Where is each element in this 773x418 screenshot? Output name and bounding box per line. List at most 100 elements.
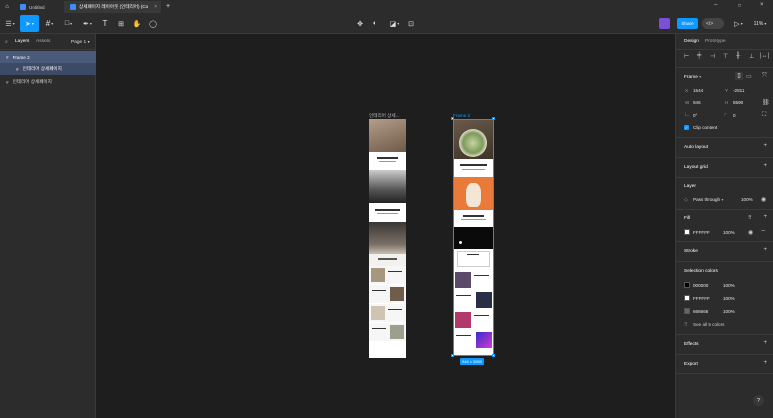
home-icon[interactable]: ⌂: [2, 1, 12, 12]
resize-to-fit-icon[interactable]: ⤧: [762, 73, 767, 80]
dev-mode-toggle[interactable]: </>: [702, 18, 724, 29]
resize-handle[interactable]: [451, 354, 454, 357]
color-hex[interactable]: 000000: [693, 283, 708, 288]
align-bottom-icon[interactable]: ⊥: [749, 53, 754, 60]
add-stroke-icon[interactable]: +: [763, 247, 767, 253]
rotation-input[interactable]: 0°: [693, 113, 697, 118]
tab-assets[interactable]: Assets: [36, 39, 50, 44]
frame-interior-detail[interactable]: [369, 119, 406, 358]
fill-swatch[interactable]: [684, 229, 690, 235]
zoom-menu[interactable]: 11% ▾: [750, 15, 770, 32]
avatar[interactable]: [659, 18, 670, 29]
pen-tool-icon[interactable]: ✒ ▾: [80, 15, 95, 32]
eye-icon[interactable]: ◉: [748, 229, 753, 236]
align-top-icon[interactable]: ⊤: [723, 53, 728, 60]
lamp-image: [369, 222, 406, 254]
main-menu-icon[interactable]: ☰ ▾: [3, 15, 17, 32]
color-hex[interactable]: FFFFFF: [693, 296, 710, 301]
shape-tool-icon[interactable]: □ ▾: [61, 15, 76, 32]
color-swatch-gray[interactable]: [684, 308, 690, 314]
frame-tool-icon[interactable]: # ▾: [42, 15, 57, 32]
figma-file-icon: [70, 4, 76, 10]
style-grid-icon[interactable]: ⠿: [748, 215, 752, 221]
selection-box[interactable]: [453, 119, 494, 356]
height-input[interactable]: 5590: [733, 100, 743, 105]
tab-untitled[interactable]: Untitled: [14, 1, 64, 13]
page-selector[interactable]: Page 1 ▾: [71, 39, 90, 45]
landscape-icon[interactable]: ▭: [746, 73, 752, 80]
y-input[interactable]: -2811: [733, 88, 744, 93]
align-right-icon[interactable]: ⊣: [710, 53, 715, 60]
fill-hex-input[interactable]: FFFFFF: [693, 230, 710, 235]
tab-layers[interactable]: Layers: [15, 39, 29, 44]
align-center-h-icon[interactable]: ╪: [697, 53, 701, 59]
boolean-icon[interactable]: ◪ ▾: [387, 15, 402, 32]
portrait-icon[interactable]: ▯: [735, 72, 743, 80]
design-panel: Design Prototype ⊢ ╪ ⊣ ⊤ ╫ ⊥ |↔| Frame ▾…: [675, 34, 773, 418]
tab-detail-page[interactable]: 상세페이지 레이아웃 (인테리어) (Co ×: [64, 1, 161, 13]
constrain-proportions-icon[interactable]: ⛓: [762, 99, 770, 106]
tab-prototype[interactable]: Prototype: [705, 39, 726, 44]
remove-fill-icon[interactable]: −: [761, 228, 765, 235]
frame-2-label[interactable]: Frame 2: [453, 113, 470, 118]
fill-opacity-input[interactable]: 100%: [723, 230, 735, 235]
blend-mode-select[interactable]: Pass through ▾: [693, 197, 723, 202]
share-button[interactable]: Share: [677, 18, 698, 29]
resources-icon[interactable]: ⊞: [116, 15, 126, 32]
color-hex[interactable]: 666666: [693, 309, 708, 314]
layer-label: Frame 2: [12, 54, 30, 60]
new-tab-icon[interactable]: +: [163, 1, 173, 12]
component-icon[interactable]: ✥: [355, 15, 365, 32]
search-icon[interactable]: ⌕: [5, 39, 8, 45]
export-section: Export +: [676, 354, 773, 374]
effects-title: Effects: [684, 342, 699, 347]
maximize-icon[interactable]: □: [738, 3, 741, 9]
color-opacity[interactable]: 100%: [723, 296, 735, 301]
x-input[interactable]: 1544: [693, 88, 703, 93]
hero-image: [369, 119, 406, 152]
color-opacity[interactable]: 100%: [723, 309, 735, 314]
layer-opacity-input[interactable]: 100%: [741, 197, 753, 202]
distribute-icon[interactable]: |↔|: [760, 53, 769, 59]
frame-title[interactable]: Frame ▾: [684, 74, 701, 80]
radius-input[interactable]: 0: [733, 113, 736, 118]
layers-panel: ⌕ Layers Assets Page 1 ▾ # Frame 2 # 인테리…: [0, 34, 96, 418]
color-swatch-white[interactable]: [684, 295, 690, 301]
crop-icon[interactable]: ⊡: [406, 15, 416, 32]
resize-handle[interactable]: [492, 117, 495, 120]
present-icon[interactable]: ▷ ▾: [731, 15, 746, 32]
eye-icon[interactable]: ◉: [761, 196, 766, 203]
align-left-icon[interactable]: ⊢: [684, 53, 689, 60]
layer-detail-page[interactable]: # 인테리어 상세페이지: [0, 76, 96, 88]
add-auto-layout-icon[interactable]: +: [763, 143, 767, 149]
resize-handle[interactable]: [492, 354, 495, 357]
color-opacity[interactable]: 100%: [723, 283, 735, 288]
color-swatch-black[interactable]: [684, 282, 690, 288]
layer-detail-page-child[interactable]: # 인테리어 상세페이지: [0, 63, 96, 75]
align-center-v-icon[interactable]: ╫: [736, 53, 740, 59]
add-export-icon[interactable]: +: [763, 360, 767, 366]
x-label: X: [685, 88, 689, 93]
mask-icon[interactable]: ◐: [370, 15, 380, 32]
minimize-icon[interactable]: –: [714, 2, 717, 8]
move-tool-button[interactable]: ➤ ▾: [20, 15, 39, 32]
add-layout-grid-icon[interactable]: +: [763, 163, 767, 169]
close-tab-icon[interactable]: ×: [154, 4, 157, 10]
see-all-colors-link[interactable]: See all 5 colors: [693, 322, 724, 327]
clip-content-checkbox[interactable]: ✓: [684, 125, 689, 130]
independent-corners-icon[interactable]: ⛶: [762, 112, 766, 119]
help-button[interactable]: ?: [753, 395, 764, 406]
add-fill-icon[interactable]: +: [763, 214, 767, 220]
comment-tool-icon[interactable]: ◯: [148, 15, 158, 32]
add-effect-icon[interactable]: +: [763, 340, 767, 346]
rotation-icon: ∟: [684, 112, 690, 118]
feature-row: [369, 304, 406, 322]
text-tool-icon[interactable]: T: [100, 15, 110, 32]
hand-tool-icon[interactable]: ✋: [132, 15, 142, 32]
width-input[interactable]: 946: [693, 100, 701, 105]
resize-handle[interactable]: [451, 117, 454, 120]
layer-frame-2[interactable]: # Frame 2: [0, 51, 96, 63]
tab-design[interactable]: Design: [684, 39, 699, 44]
dimensions-badge: 946 × 5590: [460, 358, 485, 365]
close-window-icon[interactable]: ×: [760, 2, 764, 8]
